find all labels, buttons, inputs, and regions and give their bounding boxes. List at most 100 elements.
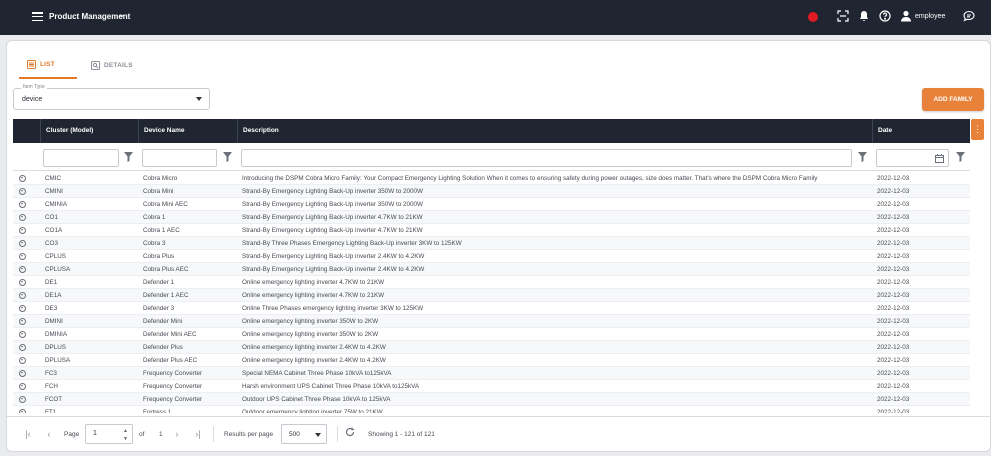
- cell-cluster: DE1A: [45, 292, 62, 299]
- expand-row-icon[interactable]: [19, 318, 26, 325]
- cell-cluster: FCOT: [45, 396, 63, 403]
- expand-row-icon[interactable]: [19, 305, 26, 312]
- cell-description: Strand-By Emergency Lighting Back-Up inv…: [242, 266, 425, 273]
- expand-row-icon[interactable]: [19, 383, 26, 390]
- cell-cluster: CO1A: [45, 227, 63, 234]
- spinner-icon[interactable]: ▲ ▼: [123, 427, 128, 443]
- expand-row-icon[interactable]: [19, 227, 26, 234]
- grid-header: Cluster (Model) Device Name Description …: [13, 119, 970, 143]
- header-date[interactable]: Date: [873, 119, 970, 143]
- cell-device-name: Cobra Mini AEC: [143, 201, 188, 208]
- bell-icon[interactable]: [858, 10, 870, 24]
- cell-description: Strand-By Emergency Lighting Back-Up inv…: [242, 214, 423, 221]
- item-type-select[interactable]: Item Type device: [13, 84, 210, 110]
- expand-row-icon[interactable]: [19, 188, 26, 195]
- cell-cluster: DMINIA: [45, 331, 68, 338]
- cell-description: Online emergency lighting inverter 350W …: [242, 331, 379, 338]
- table-row[interactable]: FCOT Frequency Converter Outdoor UPS Cabin…: [13, 393, 970, 406]
- header-device-name[interactable]: Device Name: [139, 119, 238, 143]
- more-options-icon[interactable]: ⋮: [971, 119, 984, 140]
- expand-row-icon[interactable]: [19, 253, 26, 260]
- expand-row-icon[interactable]: [19, 357, 26, 364]
- cell-device-name: Defender Plus: [143, 344, 183, 351]
- table-row[interactable]: DE1A Defender 1 AEC Online emergency light…: [13, 289, 970, 302]
- expand-row-icon[interactable]: [19, 214, 26, 221]
- expand-row-icon[interactable]: [19, 266, 26, 273]
- cluster-filter-input[interactable]: [43, 149, 119, 167]
- device-filter-input[interactable]: [142, 149, 217, 167]
- table-row[interactable]: DE3 Defender 3 Online Three Phases emergen…: [13, 302, 970, 315]
- table-row[interactable]: CPLUS Cobra Plus Strand-By Emergency Light…: [13, 250, 970, 263]
- table-row[interactable]: FT1 Fortress 1 Outdoor emergency lighting …: [13, 406, 970, 413]
- cell-date: 2022-12-03: [877, 331, 910, 338]
- list-icon: [27, 59, 36, 69]
- tab-list[interactable]: LIST: [19, 51, 77, 79]
- filter-icon[interactable]: [858, 152, 867, 162]
- filter-icon[interactable]: [223, 152, 232, 162]
- next-page-icon[interactable]: ›: [172, 428, 182, 440]
- menu-icon[interactable]: [32, 12, 43, 22]
- results-per-page-value: 500: [289, 431, 300, 438]
- add-family-button[interactable]: ADD FAMILY: [922, 88, 984, 111]
- expand-row-icon[interactable]: [19, 396, 26, 403]
- cell-device-name: Defender Plus AEC: [143, 357, 198, 364]
- table-row[interactable]: FC3 Frequency Converter Special NEMA Cabin…: [13, 367, 970, 380]
- table-row[interactable]: DE1 Defender 1 Online emergency lighting i…: [13, 276, 970, 289]
- grid-body: CMIC Cobra Micro Introducing the DSPM Cobr…: [13, 172, 970, 413]
- filter-icon[interactable]: [956, 152, 965, 162]
- results-per-page-select[interactable]: 500: [281, 424, 327, 444]
- help-icon[interactable]: [878, 10, 892, 24]
- user-name[interactable]: employee: [915, 13, 945, 20]
- date-filter-input[interactable]: [876, 149, 949, 167]
- top-bar: Product Management ⌄ employee: [0, 0, 991, 35]
- expand-row-icon[interactable]: [19, 201, 26, 208]
- data-grid: Cluster (Model) Device Name Description …: [13, 119, 970, 413]
- divider: [213, 426, 214, 442]
- expand-row-icon[interactable]: [19, 370, 26, 377]
- page-number-input[interactable]: 1 ▲ ▼: [85, 424, 133, 444]
- cell-device-name: Cobra 1 AEC: [143, 227, 180, 234]
- table-row[interactable]: CO1A Cobra 1 AEC Strand-By Emergency Light…: [13, 224, 970, 237]
- refresh-icon[interactable]: [345, 427, 355, 439]
- description-filter-input[interactable]: [241, 149, 852, 167]
- header-cluster[interactable]: Cluster (Model): [41, 119, 139, 143]
- cell-date: 2022-12-03: [877, 188, 910, 195]
- chevron-down-icon[interactable]: ⌄: [118, 9, 126, 20]
- record-icon[interactable]: [808, 12, 818, 22]
- table-row[interactable]: DPLUSA Defender Plus AEC Online emergency …: [13, 354, 970, 367]
- expand-row-icon[interactable]: [19, 175, 26, 182]
- table-row[interactable]: CO1 Cobra 1 Strand-By Emergency Lighting B…: [13, 211, 970, 224]
- expand-row-icon[interactable]: [19, 409, 26, 413]
- showing-count: Showing 1 - 121 of 121: [368, 431, 435, 438]
- cell-description: Strand-By Emergency Lighting Back-Up inv…: [242, 253, 425, 260]
- table-row[interactable]: FCH Frequency Converter Harsh environment …: [13, 380, 970, 393]
- caret-down-icon: [315, 433, 321, 437]
- first-page-icon[interactable]: |‹: [23, 428, 33, 440]
- filter-icon[interactable]: [124, 152, 133, 162]
- table-row[interactable]: DMINI Defender Mini Online emergency light…: [13, 315, 970, 328]
- cell-date: 2022-12-03: [877, 227, 910, 234]
- header-description[interactable]: Description: [238, 119, 873, 143]
- calendar-icon[interactable]: [935, 154, 944, 163]
- chat-icon[interactable]: [962, 10, 976, 24]
- cell-date: 2022-12-03: [877, 266, 910, 273]
- expand-row-icon[interactable]: [19, 292, 26, 299]
- user-icon[interactable]: [899, 10, 913, 24]
- expand-row-icon[interactable]: [19, 240, 26, 247]
- table-row[interactable]: CMIC Cobra Micro Introducing the DSPM Cobr…: [13, 172, 970, 185]
- last-page-icon[interactable]: ›|: [193, 428, 203, 440]
- scan-icon[interactable]: [836, 10, 850, 24]
- cell-date: 2022-12-03: [877, 240, 910, 247]
- expand-row-icon[interactable]: [19, 279, 26, 286]
- expand-row-icon[interactable]: [19, 331, 26, 338]
- table-row[interactable]: DPLUS Defender Plus Online emergency light…: [13, 341, 970, 354]
- table-row[interactable]: CPLUSA Cobra Plus AEC Strand-By Emergency …: [13, 263, 970, 276]
- tab-details[interactable]: DETAILS: [91, 51, 141, 79]
- expand-row-icon[interactable]: [19, 344, 26, 351]
- table-row[interactable]: CO3 Cobra 3 Strand-By Three Phases Emergen…: [13, 237, 970, 250]
- table-row[interactable]: CMINI Cobra Mini Strand-By Emergency Light…: [13, 185, 970, 198]
- prev-page-icon[interactable]: ‹: [44, 428, 54, 440]
- table-row[interactable]: DMINIA Defender Mini AEC Online emergency …: [13, 328, 970, 341]
- table-row[interactable]: CMINIA Cobra Mini AEC Strand-By Emergency …: [13, 198, 970, 211]
- cell-description: Special NEMA Cabinet Three Phase 10kVA t…: [242, 370, 392, 377]
